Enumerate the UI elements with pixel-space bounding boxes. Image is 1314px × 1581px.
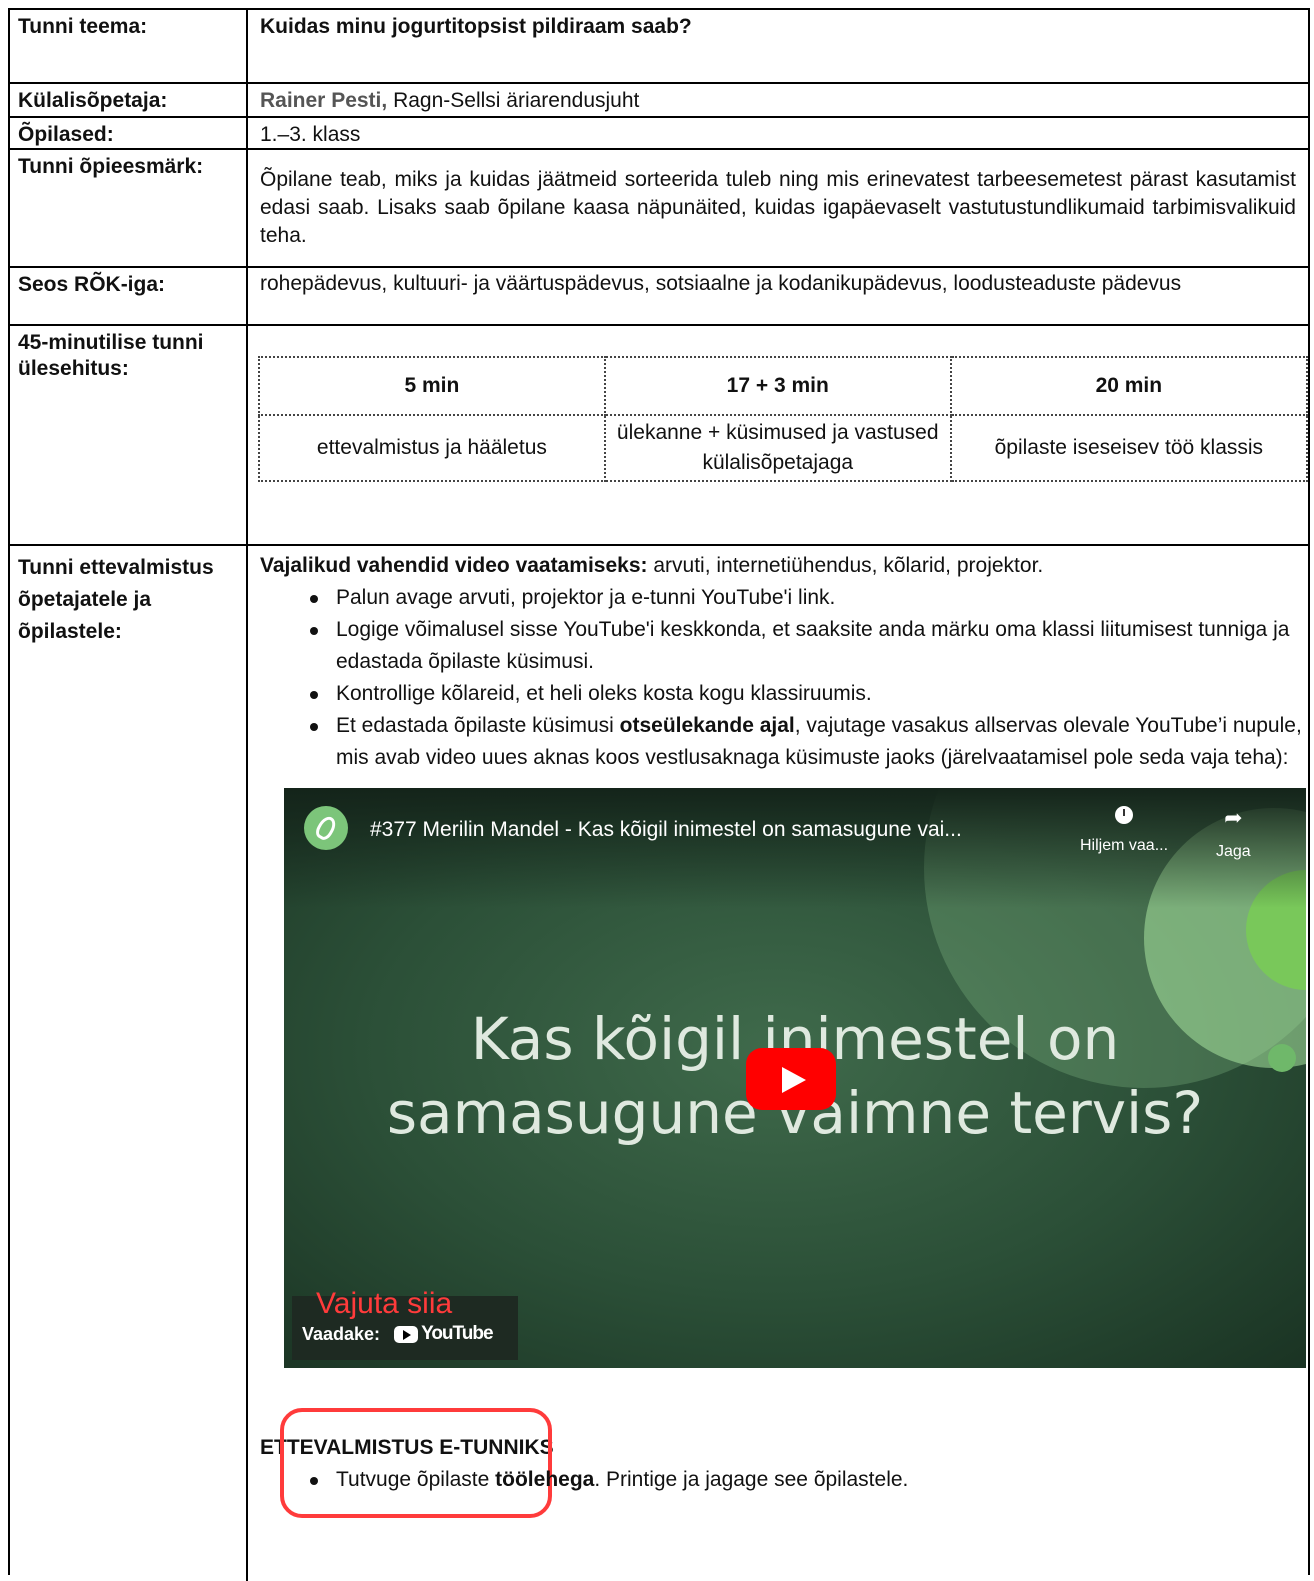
hint-highlight [280, 1408, 552, 1518]
prep-item: Tutvuge õpilaste töölehega. Printige ja … [306, 1464, 1306, 1496]
schedule-desc-1: ettevalmistus ja hääletus [258, 414, 606, 482]
lesson-table: Tunni teema: Kuidas minu jogurtitopsist … [8, 8, 1310, 1581]
row-students: Õpilased: 1.–3. klass [10, 118, 1308, 150]
schedule-time-2: 17 + 3 min [603, 356, 952, 416]
watch-on-label: Vaadake: [302, 1324, 381, 1344]
label-prep: Tunni ettevalmistus õpetajatele ja õpila… [10, 546, 248, 1581]
play-button-icon[interactable] [746, 1048, 836, 1110]
row-topic: Tunni teema: Kuidas minu jogurtitopsist … [10, 10, 1308, 84]
video-title[interactable]: #377 Merilin Mandel - Kas kõigil inimest… [370, 814, 962, 846]
share-label: Jaga [1216, 843, 1251, 860]
video-embed[interactable]: #377 Merilin Mandel - Kas kõigil inimest… [284, 788, 1306, 1368]
value-curriculum: rohepädevus, kultuuri- ja väärtuspädevus… [260, 272, 1182, 295]
prep-list: Palun avage arvuti, projektor ja e-tunni… [260, 582, 1306, 774]
hint-label: Vajuta siia [316, 1287, 453, 1320]
row-goal: Tunni õpieesmärk: Õpilane teab, miks ja … [10, 150, 1308, 268]
guest-name: Rainer Pesti, [260, 89, 388, 112]
label-structure: 45-minutilise tunni ülesehitus: [10, 326, 248, 544]
schedule-desc-3: õpilaste iseseisev töö klassis [949, 414, 1309, 482]
label-students: Õpilased: [10, 118, 248, 148]
channel-logo-icon[interactable] [304, 806, 348, 850]
row-structure: 45-minutilise tunni ülesehitus: 5 min 17… [10, 326, 1309, 546]
row-curriculum: Seos RÕK-iga: rohepädevus, kultuuri- ja … [10, 268, 1308, 326]
schedule-table: 5 min 17 + 3 min 20 min ettevalmistus ja… [258, 356, 1309, 482]
tools-label: Vajalikud vahendid video vaatamiseks: [260, 554, 648, 577]
schedule-time-1: 5 min [258, 356, 606, 416]
prep-item: Kontrollige kõlareid, et heli oleks kost… [306, 678, 1306, 710]
prep-list-2: Tutvuge õpilaste töölehega. Printige ja … [260, 1464, 1306, 1496]
prep-item: Palun avage arvuti, projektor ja e-tunni… [306, 582, 1306, 614]
prep-item-bold: otseülekande ajal [619, 714, 795, 737]
value-topic: Kuidas minu jogurtitopsist pildiraam saa… [260, 15, 692, 38]
worksheet-link[interactable]: töölehega [495, 1468, 594, 1491]
value-structure: 5 min 17 + 3 min 20 min ettevalmistus ja… [248, 326, 1314, 544]
youtube-logo-icon: YouTube [394, 1318, 494, 1350]
watch-later-button[interactable]: Hiljem vaa... [1080, 806, 1168, 862]
value-guest: Rainer Pesti, Ragn-Sellsi äriarendusjuht [248, 84, 1308, 116]
label-goal: Tunni õpieesmärk: [10, 150, 248, 266]
watch-later-label: Hiljem vaa... [1080, 837, 1169, 854]
schedule-desc-2: ülekanne + küsimused ja vastused külalis… [603, 414, 952, 482]
label-topic: Tunni teema: [10, 10, 248, 82]
guest-role: Ragn-Sellsi äriarendusjuht [387, 89, 640, 112]
watch-on-youtube-button[interactable]: Vaadake: YouTube [302, 1318, 494, 1350]
value-prep: Vajalikud vahendid video vaatamiseks: ar… [248, 546, 1314, 1581]
value-students: 1.–3. klass [260, 123, 361, 146]
row-prep: Tunni ettevalmistus õpetajatele ja õpila… [10, 546, 1308, 1581]
prep-item-text: Tutvuge õpilaste [336, 1468, 496, 1491]
prep-item-text: . Printige ja jagage see õpilastele. [594, 1468, 909, 1491]
row-guest: Külalisõpetaja: Rainer Pesti, Ragn-Sells… [10, 84, 1308, 118]
prep-item: Logige võimalusel sisse YouTube'i keskko… [306, 614, 1306, 678]
prep-item-text: Et edastada õpilaste küsimusi [336, 714, 620, 737]
tools-list: arvuti, internetiühendus, kõlarid, proje… [647, 554, 1044, 577]
share-button[interactable]: ➦ Jaga [1216, 806, 1251, 868]
clock-icon [1115, 806, 1134, 824]
label-curriculum: Seos RÕK-iga: [10, 268, 248, 324]
youtube-logo-text: YouTube [421, 1323, 493, 1344]
value-goal: Õpilane teab, miks ja kuidas jäätmeid so… [260, 168, 1296, 247]
label-guest: Külalisõpetaja: [10, 84, 248, 116]
share-arrow-icon: ➦ [1224, 805, 1243, 830]
tools-line: Vajalikud vahendid video vaatamiseks: ar… [260, 550, 1306, 582]
schedule-time-3: 20 min [949, 356, 1309, 416]
prep-item: Et edastada õpilaste küsimusi otseülekan… [306, 710, 1306, 774]
